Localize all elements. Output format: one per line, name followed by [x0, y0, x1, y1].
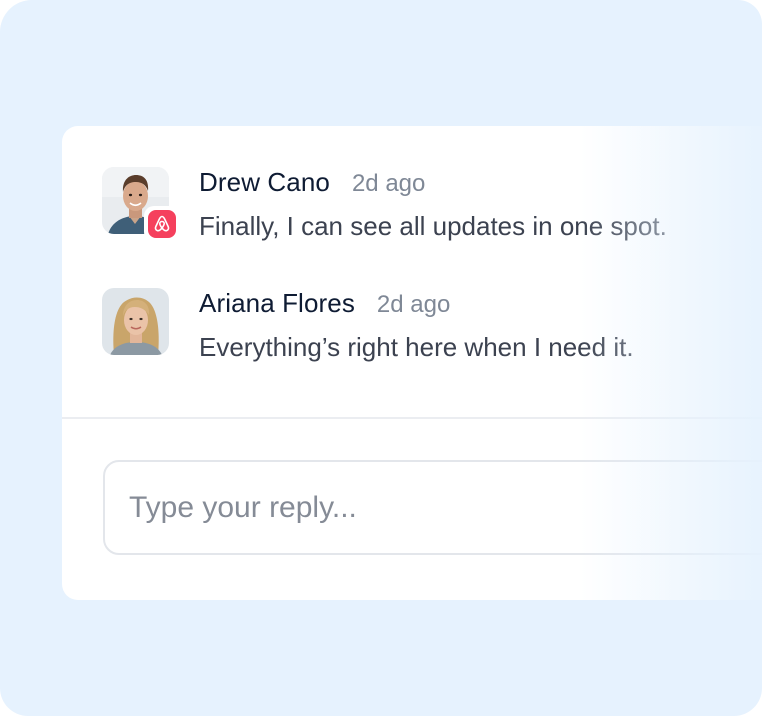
comment-header: Ariana Flores 2d ago	[199, 288, 634, 328]
comment-header: Drew Cano 2d ago	[199, 167, 667, 207]
comment-item: Ariana Flores 2d ago Everything’s right …	[102, 288, 634, 363]
background-panel: Drew Cano 2d ago Finally, I can see all …	[0, 0, 762, 716]
avatar-with-badge	[102, 167, 180, 242]
comment-body: Ariana Flores 2d ago Everything’s right …	[199, 288, 634, 363]
comment-text: Finally, I can see all updates in one sp…	[199, 211, 667, 241]
timestamp: 2d ago	[351, 170, 426, 197]
reply-input[interactable]	[103, 460, 762, 555]
avatar[interactable]	[102, 288, 169, 355]
timestamp: 2d ago	[376, 291, 451, 318]
comment-thread-card: Drew Cano 2d ago Finally, I can see all …	[62, 126, 762, 600]
avatar-wrapper	[102, 288, 169, 355]
company-badge	[144, 206, 180, 242]
comment-text: Everything’s right here when I need it.	[199, 332, 634, 362]
comment-body: Drew Cano 2d ago Finally, I can see all …	[199, 167, 667, 242]
divider	[62, 417, 762, 419]
airbnb-logo-icon	[148, 210, 176, 238]
comment-item: Drew Cano 2d ago Finally, I can see all …	[102, 167, 667, 242]
author-name[interactable]: Drew Cano	[199, 167, 330, 198]
author-name[interactable]: Ariana Flores	[199, 288, 355, 319]
